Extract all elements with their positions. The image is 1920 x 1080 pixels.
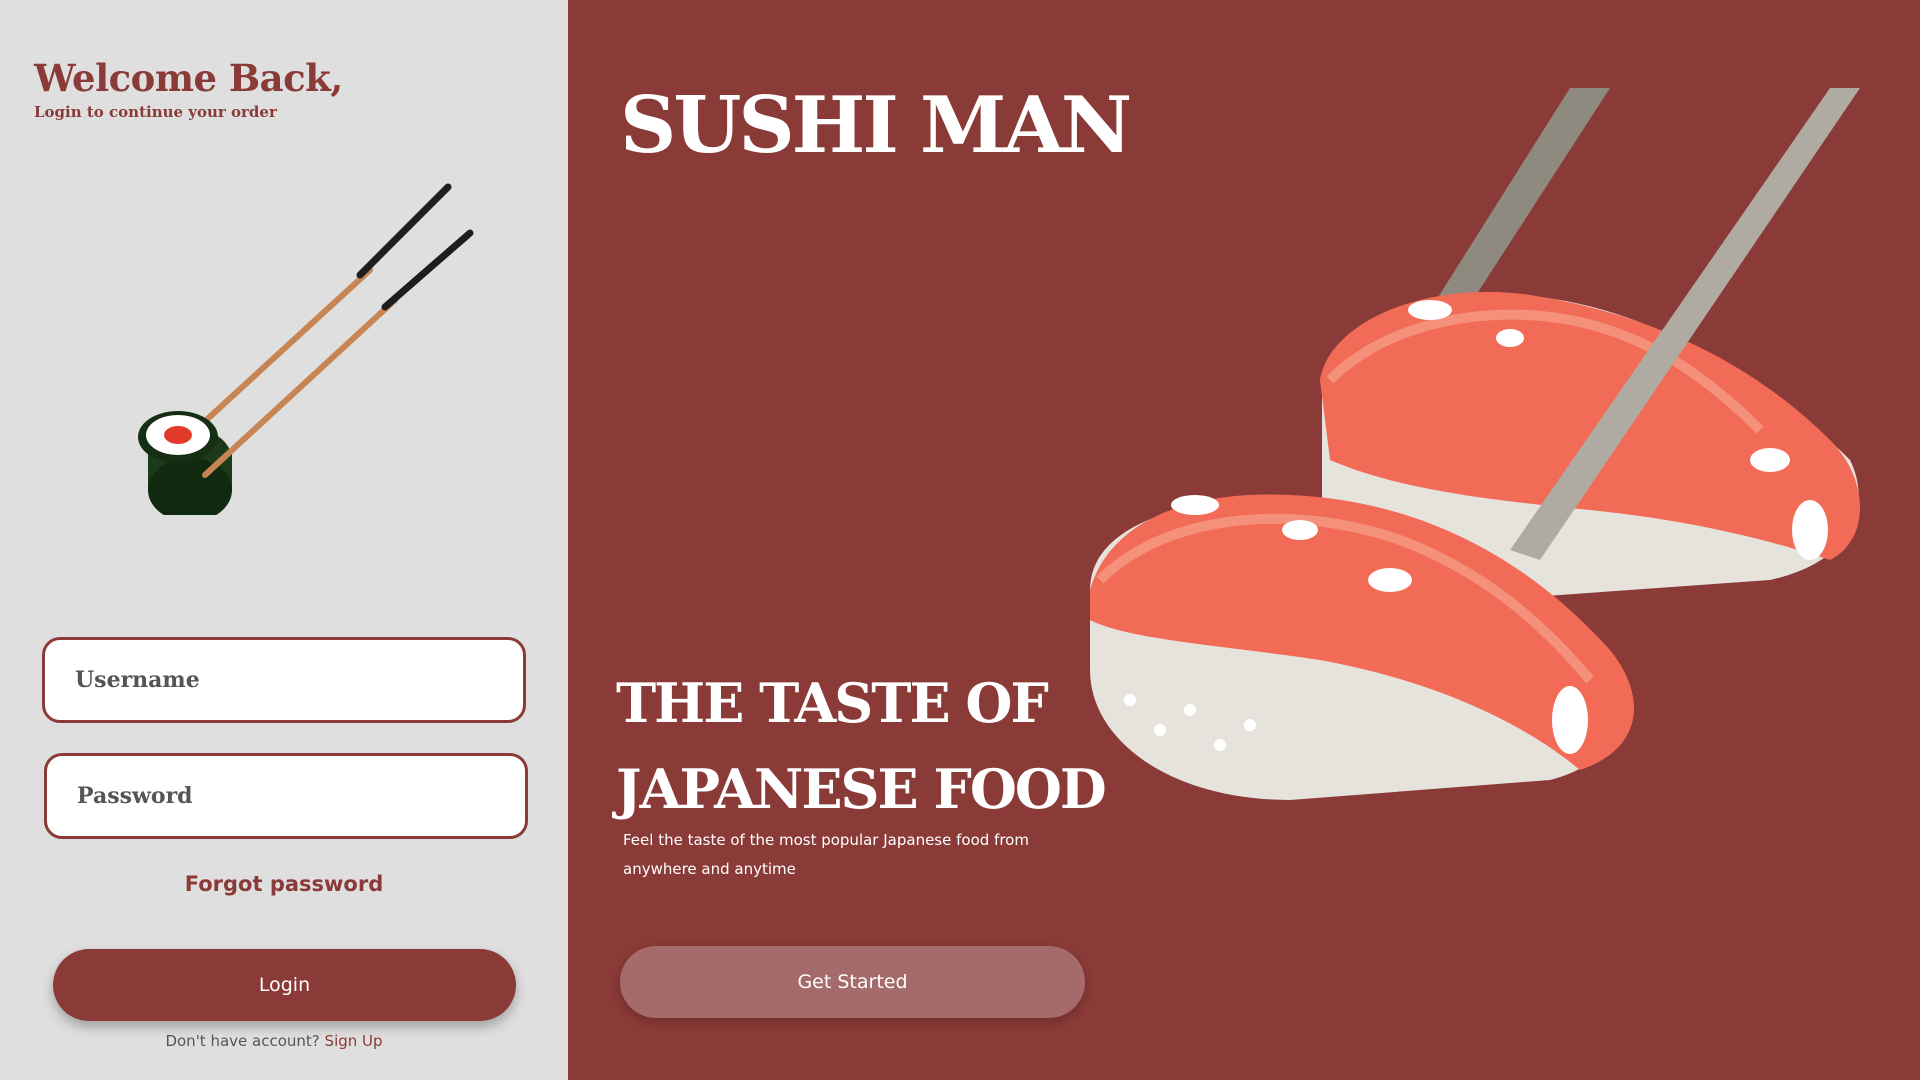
username-field[interactable] [42,637,526,723]
get-started-button[interactable]: Get Started [620,946,1085,1018]
brand-title: SUSHI MAN [620,80,1132,171]
sushi-roll-chopsticks-illustration [138,183,474,515]
welcome-subtitle: Login to continue your order [34,103,277,121]
welcome-title: Welcome Back, [34,56,343,100]
hero-description: Feel the taste of the most popular Japan… [623,831,1029,878]
salmon-nigiri-chopsticks-illustration [1090,88,1860,800]
tagline-line-2: JAPANESE FOOD [616,757,1107,821]
password-field[interactable] [44,753,528,839]
signup-prompt: Don't have account? [165,1032,320,1050]
login-button[interactable]: Login [53,949,516,1021]
signup-row: Don't have account? Sign Up [0,1032,548,1050]
signup-link[interactable]: Sign Up [325,1032,383,1050]
password-input[interactable] [47,756,525,836]
forgot-password-link[interactable]: Forgot password [0,872,568,896]
username-input[interactable] [45,640,523,720]
tagline-line-1: THE TASTE OF [616,671,1049,735]
hero-tagline: THE TASTE OF JAPANESE FOOD [616,660,1107,832]
login-panel: Welcome Back, Login to continue your ord… [0,0,568,1080]
